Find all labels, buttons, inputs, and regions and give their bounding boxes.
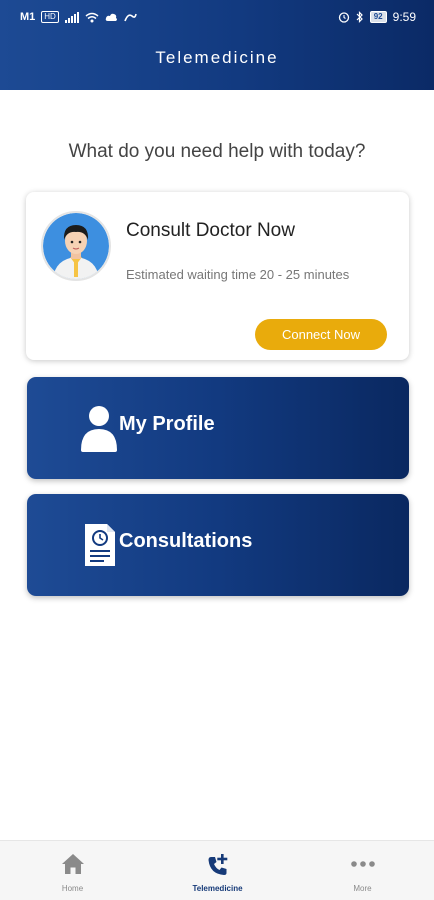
network-badge: HD	[41, 11, 59, 23]
tab-more-label: More	[353, 884, 372, 893]
tab-telemedicine[interactable]: Telemedicine	[145, 841, 290, 900]
consultations-label: Consultations	[119, 530, 253, 552]
alarm-icon	[338, 12, 349, 23]
consultations-card[interactable]: Consultations	[27, 494, 409, 596]
tab-telemedicine-label: Telemedicine	[192, 884, 243, 893]
battery-indicator: 92	[369, 11, 387, 23]
document-clock-icon	[85, 524, 115, 566]
status-bar: M1 HD 92 9:59	[0, 0, 434, 34]
bluetooth-icon	[356, 11, 363, 23]
status-time: 9:59	[392, 10, 416, 24]
help-question: What do you need help with today?	[68, 141, 366, 162]
home-icon	[61, 854, 84, 874]
doctor-avatar	[41, 211, 111, 281]
user-icon	[81, 406, 117, 452]
waiting-time-text: Estimated waiting time 20 - 25 minutes	[126, 267, 350, 282]
app-header: M1 HD 92 9:59 Telemedicine	[0, 0, 434, 90]
tab-home-label: Home	[61, 884, 84, 893]
signal-icon	[64, 11, 79, 23]
consult-title: Consult Doctor Now	[126, 220, 295, 241]
connect-now-button[interactable]: Connect Now	[255, 319, 387, 350]
my-profile-label: My Profile	[119, 413, 215, 435]
tab-more[interactable]: More	[290, 841, 434, 900]
cloud-icon	[105, 13, 117, 21]
more-dots-icon	[350, 861, 375, 867]
carrier-label: M1	[20, 11, 36, 23]
consult-doctor-card[interactable]: Consult Doctor Now Estimated waiting tim…	[26, 192, 409, 360]
page-title: Telemedicine	[155, 48, 279, 67]
tab-home[interactable]: Home	[0, 841, 145, 900]
phone-plus-icon	[208, 854, 227, 875]
swirl-icon	[124, 13, 137, 21]
bottom-nav: Home Telemedicine More	[0, 840, 434, 900]
my-profile-card[interactable]: My Profile	[27, 377, 409, 479]
wifi-icon	[85, 12, 99, 22]
